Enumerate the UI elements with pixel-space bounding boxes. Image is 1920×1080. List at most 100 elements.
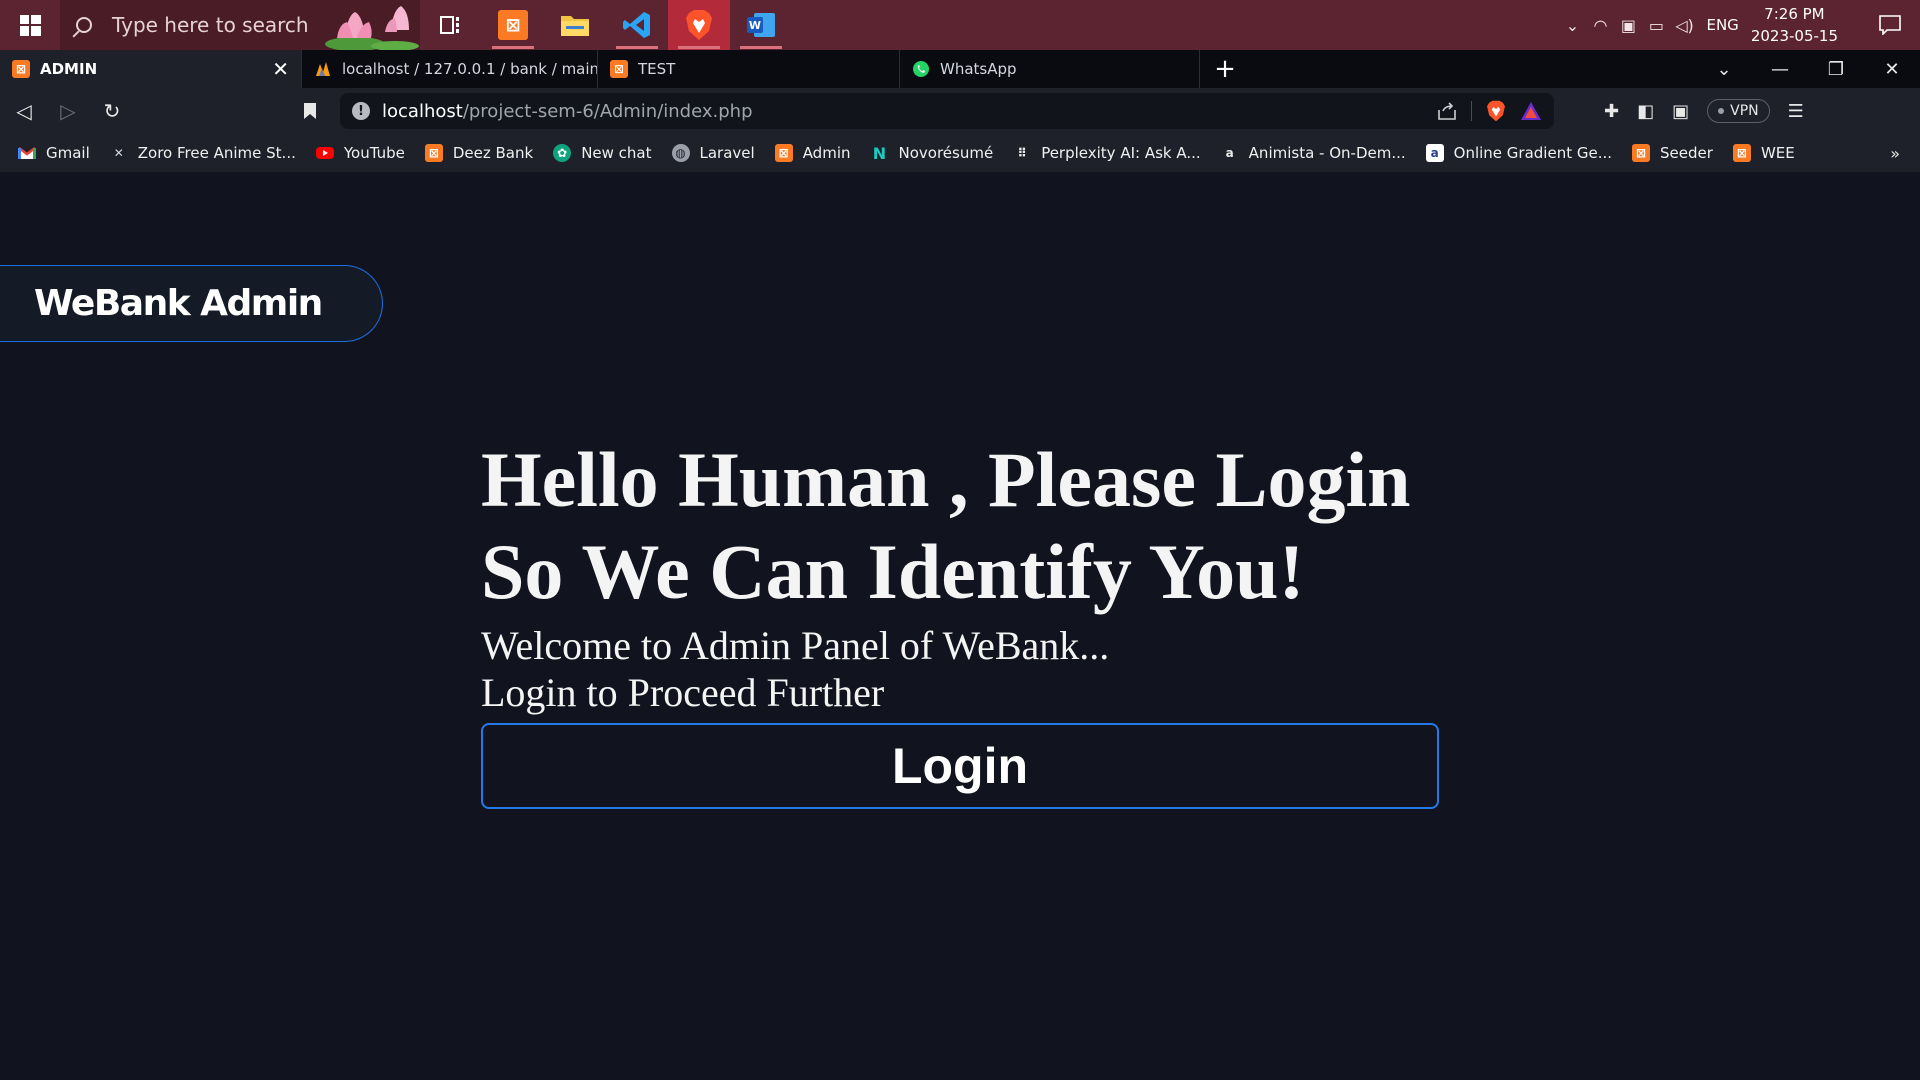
browser-tab-bar: ⊠ ADMIN ✕ localhost / 127.0.0.1 / bank /… bbox=[0, 50, 1920, 88]
page-heading: Hello Human , Please Login So We Can Ide… bbox=[481, 434, 1441, 618]
clock-time: 7:26 PM bbox=[1764, 5, 1825, 23]
tab-label: ADMIN bbox=[40, 60, 98, 78]
grid-icon: ⠿ bbox=[1017, 146, 1027, 160]
sidebar-icon[interactable]: ◧ bbox=[1637, 101, 1654, 122]
restore-button[interactable]: ❐ bbox=[1808, 59, 1864, 80]
bookmarks-bar: Gmail ✕ Zoro Free Anime St... YouTube ⊠ … bbox=[0, 134, 1920, 172]
bookmark-page-button[interactable] bbox=[290, 91, 330, 131]
share-icon[interactable] bbox=[1437, 102, 1457, 120]
taskbar-brave[interactable] bbox=[668, 0, 730, 50]
bookmark-laravel[interactable]: ◍ Laravel bbox=[671, 144, 755, 162]
volume-icon[interactable]: ◁) bbox=[1670, 16, 1698, 35]
extensions-icon[interactable]: ✚ bbox=[1604, 101, 1619, 122]
bookmark-gradient[interactable]: a Online Gradient Ge... bbox=[1425, 144, 1613, 162]
hero-section: Hello Human , Please Login So We Can Ide… bbox=[481, 434, 1441, 716]
word-icon: W bbox=[747, 13, 775, 37]
url-path: /project-sem-6/Admin/index.php bbox=[462, 100, 753, 122]
reload-icon: ↻ bbox=[103, 99, 121, 123]
tab-search-chevron-icon[interactable]: ⌄ bbox=[1696, 59, 1752, 80]
brand-logo[interactable]: WeBank Admin bbox=[0, 265, 383, 342]
bookmark-label: Perplexity AI: Ask A... bbox=[1041, 144, 1201, 162]
bookmark-label: New chat bbox=[581, 144, 652, 162]
notification-center-button[interactable] bbox=[1860, 15, 1920, 35]
bookmark-novoresume[interactable]: N Novorésumé bbox=[871, 143, 993, 163]
bookmark-animista[interactable]: a Animista - On-Dem... bbox=[1221, 144, 1406, 162]
welcome-line-1: Welcome to Admin Panel of WeBank... bbox=[481, 623, 1110, 668]
tab-whatsapp[interactable]: WhatsApp bbox=[900, 50, 1200, 88]
tab-label: localhost / 127.0.0.1 / bank / main | ph bbox=[342, 60, 598, 78]
language-indicator[interactable]: ENG bbox=[1706, 16, 1738, 34]
brave-rewards-icon[interactable] bbox=[1520, 101, 1542, 121]
vpn-label: VPN bbox=[1730, 103, 1759, 119]
taskbar-vscode[interactable] bbox=[606, 0, 668, 50]
bookmark-perplexity[interactable]: ⠿ Perplexity AI: Ask A... bbox=[1013, 144, 1201, 162]
close-window-button[interactable]: ✕ bbox=[1864, 59, 1920, 80]
login-button[interactable]: Login bbox=[481, 723, 1439, 809]
more-bookmarks-icon[interactable]: » bbox=[1890, 144, 1900, 163]
wallet-icon[interactable]: ▣ bbox=[1672, 101, 1689, 122]
vscode-icon bbox=[623, 12, 650, 38]
taskbar-clock[interactable]: 7:26 PM 2023-05-15 bbox=[1751, 3, 1838, 47]
brave-icon bbox=[686, 10, 712, 40]
minimize-button[interactable]: — bbox=[1752, 59, 1808, 80]
phpmyadmin-icon bbox=[316, 62, 330, 76]
brave-shields-icon[interactable] bbox=[1486, 100, 1506, 122]
close-tab-icon[interactable]: ✕ bbox=[272, 57, 289, 81]
forward-arrow-icon: ▷ bbox=[60, 99, 76, 123]
battery-icon[interactable]: ▭ bbox=[1642, 16, 1670, 35]
folder-icon bbox=[561, 16, 589, 36]
search-icon bbox=[76, 17, 92, 33]
taskbar-file-explorer[interactable] bbox=[544, 0, 606, 50]
gmail-icon bbox=[18, 147, 36, 159]
bookmark-admin[interactable]: ⊠ Admin bbox=[774, 144, 851, 162]
taskbar-word[interactable]: W bbox=[730, 0, 792, 50]
taskbar-search-placeholder: Type here to search bbox=[112, 13, 309, 37]
animista-icon: a bbox=[1225, 146, 1234, 160]
bookmark-label: YouTube bbox=[343, 144, 405, 162]
taskbar-xampp[interactable]: ⊠ bbox=[482, 0, 544, 50]
bookmark-label: Gmail bbox=[46, 144, 90, 162]
bookmark-new-chat[interactable]: ✿ New chat bbox=[553, 144, 652, 162]
tab-test[interactable]: ⊠ TEST bbox=[598, 50, 900, 88]
vpn-status-dot bbox=[1718, 108, 1725, 114]
bookmark-youtube[interactable]: YouTube bbox=[315, 144, 405, 162]
site-info-icon[interactable]: ! bbox=[352, 102, 370, 120]
bookmark-label: Online Gradient Ge... bbox=[1453, 144, 1613, 162]
back-arrow-icon: ◁ bbox=[16, 99, 32, 123]
forward-button[interactable]: ▷ bbox=[48, 91, 88, 131]
bookmark-seeder[interactable]: ⊠ Seeder bbox=[1632, 144, 1713, 162]
meet-now-icon[interactable]: ▣ bbox=[1614, 16, 1642, 35]
omnibox-divider bbox=[1471, 101, 1472, 121]
start-button[interactable] bbox=[0, 0, 60, 50]
bookmark-zoro[interactable]: ✕ Zoro Free Anime St... bbox=[110, 144, 296, 162]
svg-text:W: W bbox=[749, 19, 761, 32]
back-button[interactable]: ◁ bbox=[4, 91, 44, 131]
zoro-icon: ✕ bbox=[113, 146, 124, 160]
bookmark-deez-bank[interactable]: ⊠ Deez Bank bbox=[424, 144, 534, 162]
task-view-icon bbox=[440, 16, 459, 34]
notification-icon bbox=[1879, 15, 1901, 35]
tab-label: TEST bbox=[638, 60, 676, 78]
bookmark-wee[interactable]: ⊠ WEE bbox=[1732, 144, 1795, 162]
taskbar-search-box[interactable]: Type here to search bbox=[60, 0, 420, 50]
bookmark-label: Zoro Free Anime St... bbox=[137, 144, 296, 162]
xampp-icon: ⊠ bbox=[424, 144, 443, 162]
bookmark-label: Seeder bbox=[1660, 144, 1713, 162]
address-bar[interactable]: ! localhost/project-sem-6/Admin/index.ph… bbox=[340, 93, 1554, 129]
tab-admin[interactable]: ⊠ ADMIN ✕ bbox=[0, 50, 302, 88]
bookmark-label: Deez Bank bbox=[452, 144, 534, 162]
xampp-icon: ⊠ bbox=[1632, 144, 1651, 162]
chevron-up-icon[interactable]: ⌄ bbox=[1558, 16, 1586, 35]
bookmark-label: Laravel bbox=[699, 144, 755, 162]
novoresume-icon: N bbox=[872, 143, 887, 163]
tab-phpmyadmin[interactable]: localhost / 127.0.0.1 / bank / main | ph bbox=[302, 50, 598, 88]
wifi-icon[interactable]: ◠ bbox=[1586, 16, 1614, 35]
vpn-button[interactable]: VPN bbox=[1707, 99, 1770, 123]
reload-button[interactable]: ↻ bbox=[92, 91, 132, 131]
menu-icon[interactable]: ☰ bbox=[1788, 101, 1804, 122]
bookmark-gmail[interactable]: Gmail bbox=[18, 144, 90, 162]
task-view-button[interactable] bbox=[420, 0, 482, 50]
lotus-decoration-icon bbox=[325, 6, 419, 50]
heading-line-1: Hello Human , Please Login bbox=[481, 436, 1411, 523]
new-tab-button[interactable]: + bbox=[1200, 50, 1250, 88]
